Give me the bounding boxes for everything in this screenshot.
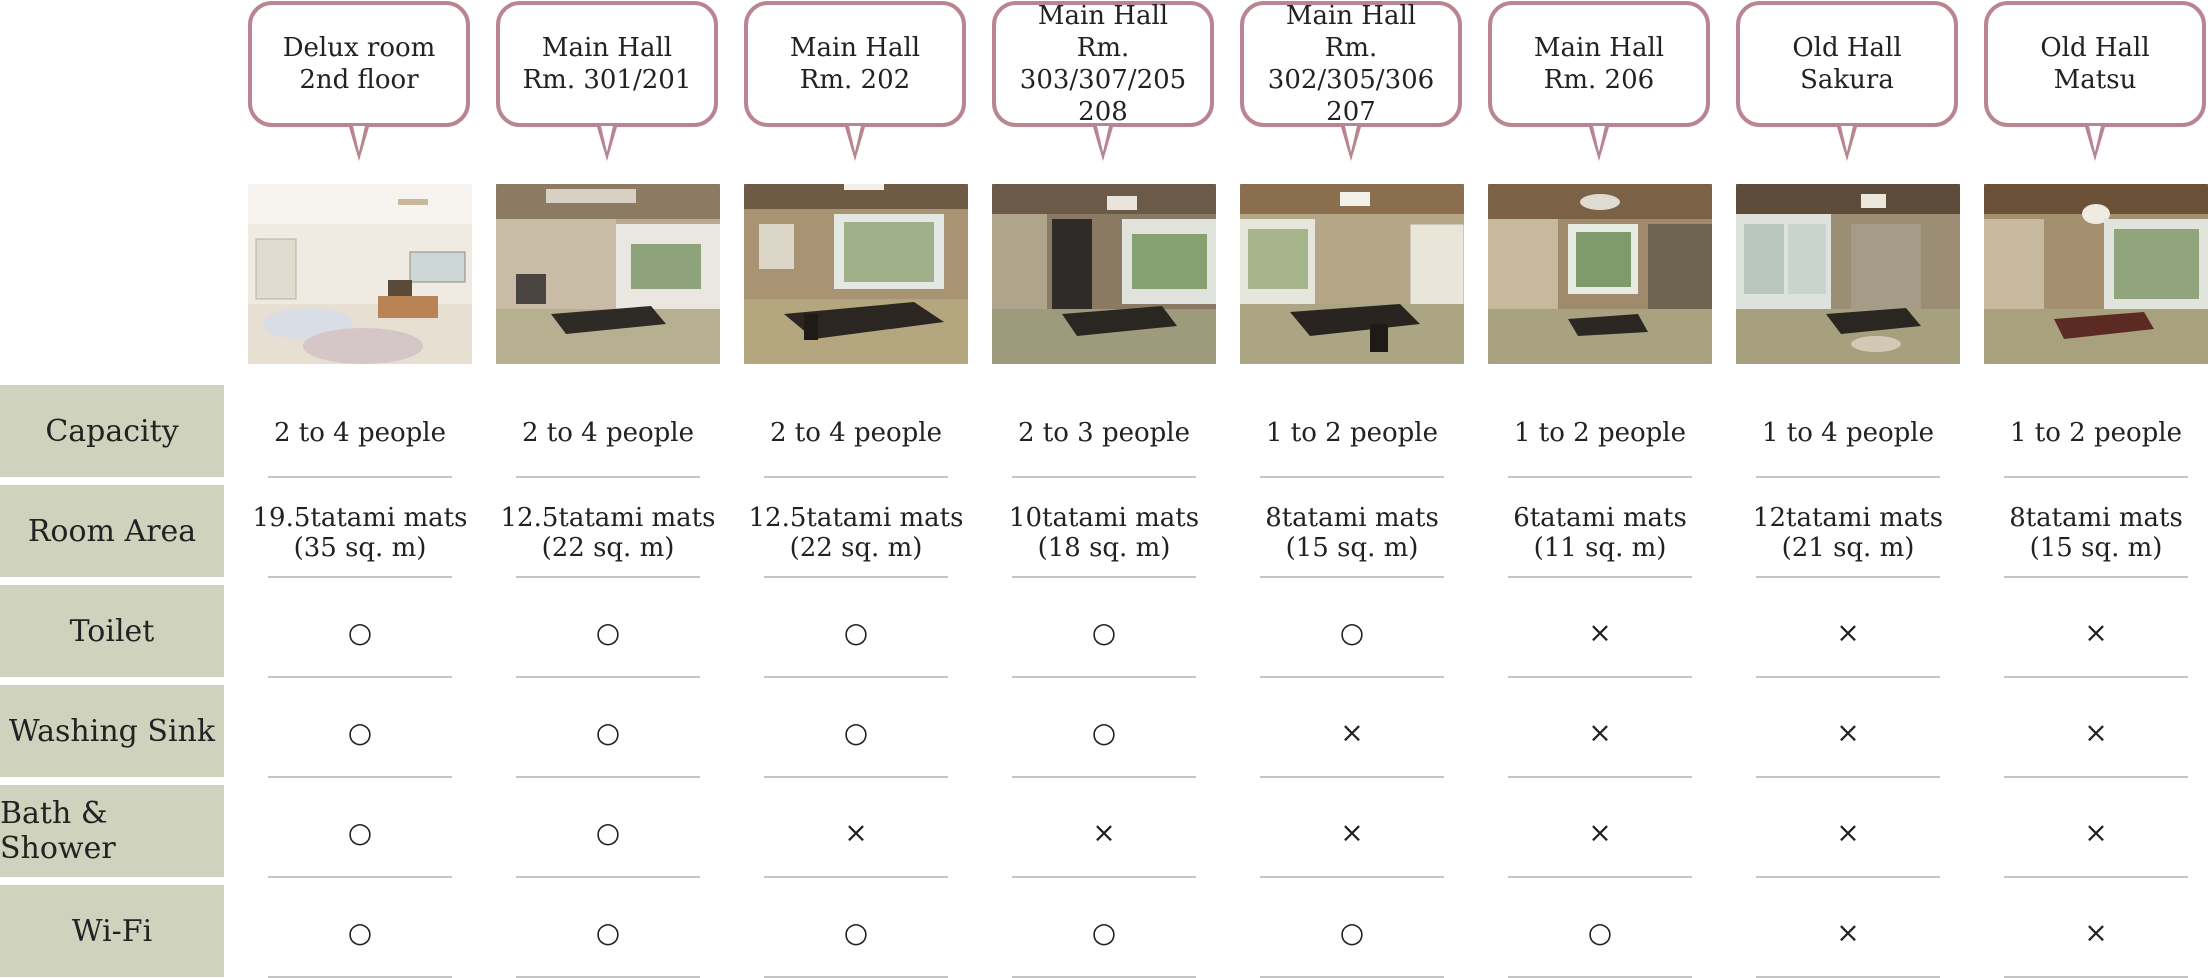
room-title-bubble: Old Hall Sakura — [1736, 1, 1958, 127]
room-photo — [1488, 184, 1712, 364]
toilet-cell: × — [1736, 588, 1960, 678]
toilet-cell: × — [1984, 588, 2208, 678]
room-title-bubble: Main Hall Rm. 303/307/205 208 — [992, 1, 1214, 127]
area-cell: 8tatami mats (15 sq. m) — [1984, 488, 2208, 578]
room-photo — [1984, 184, 2208, 364]
toilet-cell: ○ — [992, 588, 1216, 678]
room-title-bubble: Main Hall Rm. 301/201 — [496, 1, 718, 127]
sink-cell: × — [1488, 688, 1712, 778]
bath-cell: × — [992, 788, 1216, 878]
room-photo — [992, 184, 1216, 364]
toilet-cell: × — [1488, 588, 1712, 678]
area-cell: 12tatami mats (21 sq. m) — [1736, 488, 1960, 578]
sink-cell: × — [1984, 688, 2208, 778]
toilet-cell: ○ — [496, 588, 720, 678]
bath-cell: ○ — [496, 788, 720, 878]
row-label-bath-shower: Bath & Shower — [0, 785, 224, 877]
wifi-cell: ○ — [1240, 888, 1464, 978]
row-label-capacity: Capacity — [0, 385, 224, 477]
room-photo — [1736, 184, 1960, 364]
capacity-cell: 1 to 2 people — [1488, 388, 1712, 478]
bath-cell: × — [744, 788, 968, 878]
bath-cell: × — [1984, 788, 2208, 878]
room-title-bubble: Delux room 2nd floor — [248, 1, 470, 127]
capacity-cell: 1 to 2 people — [1240, 388, 1464, 478]
wifi-cell: ○ — [992, 888, 1216, 978]
bath-cell: × — [1240, 788, 1464, 878]
room-photo — [496, 184, 720, 364]
wifi-cell: × — [1984, 888, 2208, 978]
capacity-cell: 2 to 4 people — [248, 388, 472, 478]
room-photo — [248, 184, 472, 364]
area-cell: 6tatami mats (11 sq. m) — [1488, 488, 1712, 578]
sink-cell: ○ — [496, 688, 720, 778]
room-photo — [1240, 184, 1464, 364]
wifi-cell: ○ — [1488, 888, 1712, 978]
row-label-room-area: Room Area — [0, 485, 224, 577]
room-comparison-table: Capacity Room Area Toilet Washing Sink B… — [0, 0, 2208, 978]
capacity-cell: 2 to 4 people — [744, 388, 968, 478]
area-cell: 8tatami mats (15 sq. m) — [1240, 488, 1464, 578]
sink-cell: ○ — [248, 688, 472, 778]
capacity-cell: 2 to 3 people — [992, 388, 1216, 478]
row-label-washing-sink: Washing Sink — [0, 685, 224, 777]
room-title-bubble: Main Hall Rm. 206 — [1488, 1, 1710, 127]
toilet-cell: ○ — [1240, 588, 1464, 678]
capacity-cell: 1 to 2 people — [1984, 388, 2208, 478]
sink-cell: × — [1240, 688, 1464, 778]
row-label-toilet: Toilet — [0, 585, 224, 677]
area-cell: 12.5tatami mats (22 sq. m) — [496, 488, 720, 578]
sink-cell: ○ — [992, 688, 1216, 778]
row-label-wifi: Wi-Fi — [0, 885, 224, 977]
area-cell: 19.5tatami mats (35 sq. m) — [248, 488, 472, 578]
bath-cell: ○ — [248, 788, 472, 878]
sink-cell: × — [1736, 688, 1960, 778]
bath-cell: × — [1736, 788, 1960, 878]
area-cell: 10tatami mats (18 sq. m) — [992, 488, 1216, 578]
area-cell: 12.5tatami mats (22 sq. m) — [744, 488, 968, 578]
bath-cell: × — [1488, 788, 1712, 878]
toilet-cell: ○ — [744, 588, 968, 678]
room-title-bubble: Old Hall Matsu — [1984, 1, 2206, 127]
toilet-cell: ○ — [248, 588, 472, 678]
wifi-cell: ○ — [496, 888, 720, 978]
capacity-cell: 2 to 4 people — [496, 388, 720, 478]
room-title-bubble: Main Hall Rm. 302/305/306 207 — [1240, 1, 1462, 127]
sink-cell: ○ — [744, 688, 968, 778]
room-photo — [744, 184, 968, 364]
wifi-cell: ○ — [248, 888, 472, 978]
wifi-cell: × — [1736, 888, 1960, 978]
room-title-bubble: Main Hall Rm. 202 — [744, 1, 966, 127]
capacity-cell: 1 to 4 people — [1736, 388, 1960, 478]
wifi-cell: ○ — [744, 888, 968, 978]
